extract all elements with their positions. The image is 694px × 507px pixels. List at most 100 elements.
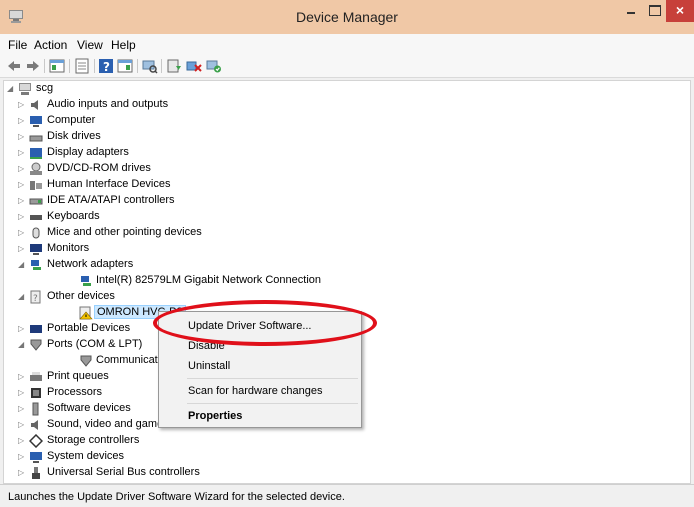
tree-item-usb[interactable]: ▷ Universal Serial Bus controllers <box>18 465 318 481</box>
status-text: Launches the Update Driver Software Wiza… <box>8 491 345 503</box>
tree-item-label: Mice and other pointing devices <box>47 226 202 238</box>
menu-help[interactable]: Help <box>111 38 136 52</box>
properties-icon[interactable] <box>74 58 90 74</box>
expand-arrow-icon[interactable]: ▷ <box>18 404 26 414</box>
properties-menu-item[interactable]: Properties <box>188 410 242 422</box>
show-hide-console-tree-icon[interactable] <box>49 58 65 74</box>
expand-arrow-icon[interactable]: ▷ <box>18 372 26 382</box>
toolbar: ? <box>0 54 694 78</box>
tree-root-label: scg <box>36 82 54 94</box>
expand-arrow-icon[interactable]: ▷ <box>18 212 26 222</box>
expand-arrow-icon[interactable]: ▷ <box>18 164 26 174</box>
tree-item-label: Display adapters <box>47 146 129 158</box>
tree-item-audio[interactable]: ▷ Audio inputs and outputs <box>18 97 318 113</box>
status-bar: Launches the Update Driver Software Wiza… <box>0 484 694 507</box>
tree-item-mice[interactable]: ▷ Mice and other pointing devices <box>18 225 318 241</box>
tree-item-intel-network[interactable]: Intel(R) 82579LM Gigabit Network Connect… <box>79 273 479 289</box>
tree-item-label: Human Interface Devices <box>47 178 171 190</box>
collapse-arrow-icon[interactable]: ◢ <box>18 340 26 350</box>
menu-file[interactable]: File <box>8 38 27 52</box>
tree-item-hid[interactable]: ▷ Human Interface Devices <box>18 177 318 193</box>
uninstall-icon[interactable] <box>186 58 202 74</box>
tree-item-label: Disk drives <box>47 130 101 142</box>
menu-action[interactable]: Action <box>34 38 67 52</box>
expand-arrow-icon[interactable]: ▷ <box>18 148 26 158</box>
expand-arrow-icon[interactable]: ▷ <box>18 196 26 206</box>
speaker-icon <box>31 420 38 430</box>
expand-arrow-icon[interactable]: ▷ <box>18 388 26 398</box>
disk-drive-icon <box>29 135 43 142</box>
tree-item-network-adapters[interactable]: ◢ Network adapters <box>18 257 318 273</box>
tree-item-ide[interactable]: ▷ IDE ATA/ATAPI controllers <box>18 193 318 209</box>
uninstall-menu-item[interactable]: Uninstall <box>188 360 230 372</box>
tree-item-label: Computer <box>47 114 96 126</box>
menu-separator <box>187 378 358 379</box>
tree-item-computer[interactable]: ▷ Computer <box>18 113 318 129</box>
tree-root[interactable]: ◢ scg <box>7 81 207 97</box>
collapse-arrow-icon[interactable]: ◢ <box>7 84 15 94</box>
expand-arrow-icon[interactable]: ▷ <box>18 324 26 334</box>
tree-item-label: Ports (COM & LPT) <box>47 338 143 350</box>
ide-controller-icon <box>29 198 43 205</box>
close-button[interactable]: × <box>666 0 694 22</box>
usb-icon <box>32 467 40 479</box>
collapse-arrow-icon[interactable]: ◢ <box>18 292 26 302</box>
tree-item-label: Software devices <box>47 402 131 414</box>
expand-arrow-icon[interactable]: ▷ <box>18 100 26 110</box>
action-pane-icon[interactable] <box>117 58 133 74</box>
computer-icon <box>30 116 42 127</box>
tree-item-label: Print queues <box>47 370 109 382</box>
enable-device-icon[interactable] <box>206 58 222 74</box>
toolbar-separator <box>69 59 70 73</box>
expand-arrow-icon[interactable]: ▷ <box>18 116 26 126</box>
monitor-icon <box>30 244 42 255</box>
system-device-icon <box>30 452 42 463</box>
scan-hardware-icon[interactable] <box>142 58 158 74</box>
menu-bar: File Action View Help <box>0 34 694 54</box>
maximize-button[interactable] <box>644 0 664 22</box>
expand-arrow-icon[interactable]: ▷ <box>18 468 26 478</box>
help-icon[interactable]: ? <box>98 58 114 74</box>
warning-device-icon <box>79 306 93 320</box>
printer-icon <box>30 372 42 381</box>
tree-item-label: Monitors <box>47 242 90 254</box>
tree-item-label: Processors <box>47 386 103 398</box>
tree-item-label: Network adapters <box>47 258 134 270</box>
expand-arrow-icon[interactable]: ▷ <box>18 180 26 190</box>
expand-arrow-icon[interactable]: ▷ <box>18 228 26 238</box>
tree-item-keyboards[interactable]: ▷ Keyboards <box>18 209 318 225</box>
expand-arrow-icon[interactable]: ▷ <box>18 132 26 142</box>
update-driver-icon[interactable] <box>166 58 182 74</box>
tree-item-label: Universal Serial Bus controllers <box>47 466 200 478</box>
svg-text:?: ? <box>103 60 110 74</box>
update-driver-menu-item[interactable]: Update Driver Software... <box>188 320 312 332</box>
expand-arrow-icon[interactable]: ▷ <box>18 436 26 446</box>
toolbar-separator <box>94 59 95 73</box>
expand-arrow-icon[interactable]: ▷ <box>18 420 26 430</box>
dvd-drive-icon <box>30 162 42 175</box>
tree-item-other-devices[interactable]: ◢ ? Other devices <box>18 289 318 305</box>
menu-view[interactable]: View <box>77 38 103 52</box>
tree-item-monitors[interactable]: ▷ Monitors <box>18 241 318 257</box>
expand-arrow-icon[interactable]: ▷ <box>18 244 26 254</box>
expand-arrow-icon[interactable]: ▷ <box>18 452 26 462</box>
minimize-button[interactable] <box>620 0 642 22</box>
collapse-arrow-icon[interactable]: ◢ <box>18 260 26 270</box>
tree-item-label: Storage controllers <box>47 434 140 446</box>
tree-item-label: Keyboards <box>47 210 100 222</box>
keyboard-icon <box>30 215 42 220</box>
tree-item-storage[interactable]: ▷ Storage controllers <box>18 433 318 449</box>
scan-hardware-menu-item[interactable]: Scan for hardware changes <box>188 385 323 397</box>
tree-item-dvd[interactable]: ▷ DVD/CD-ROM drives <box>18 161 318 177</box>
toolbar-separator <box>44 59 45 73</box>
tree-item-disk-drives[interactable]: ▷ Disk drives <box>18 129 318 145</box>
toolbar-separator <box>137 59 138 73</box>
disable-menu-item[interactable]: Disable <box>188 340 225 352</box>
tree-item-display-adapters[interactable]: ▷ Display adapters <box>18 145 318 161</box>
tree-item-system-devices[interactable]: ▷ System devices <box>18 449 318 465</box>
window-title: Device Manager <box>296 9 398 25</box>
tree-item-label: Portable Devices <box>47 322 131 334</box>
mouse-icon <box>32 227 40 239</box>
back-icon[interactable] <box>6 58 22 74</box>
forward-icon[interactable] <box>25 58 41 74</box>
